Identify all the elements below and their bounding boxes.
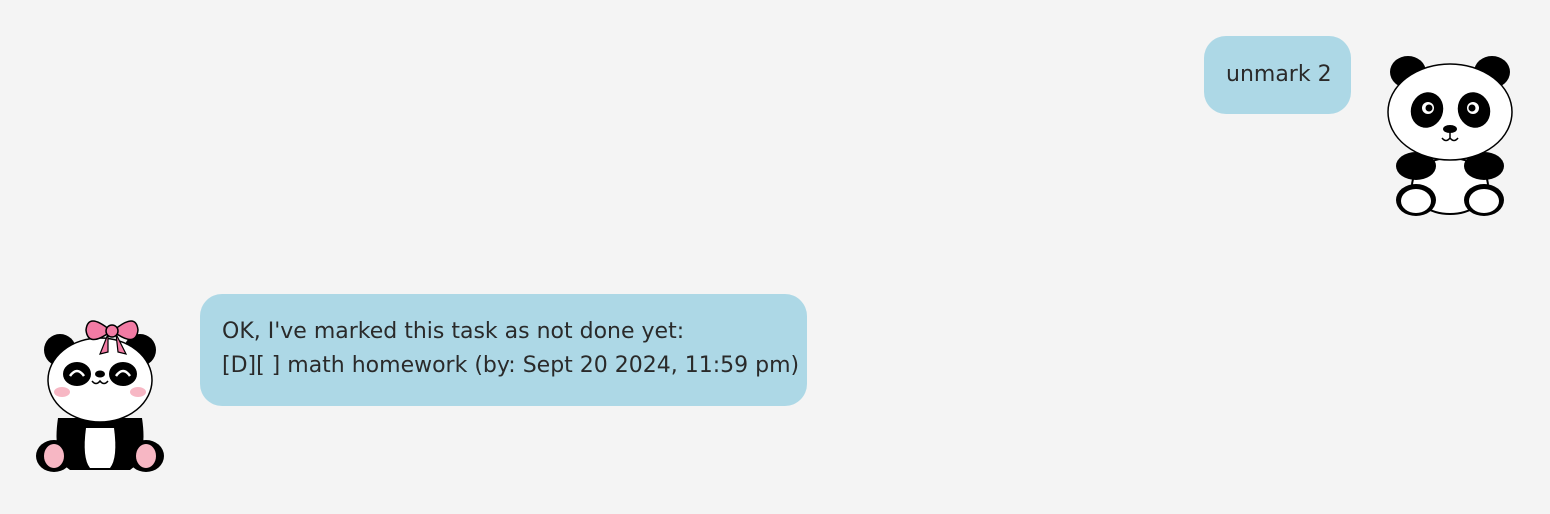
user-message-text: unmark 2 [1226,62,1332,87]
user-message-bubble: unmark 2 [1204,36,1351,114]
chat-dialog: unmark 2 OK, I've marked this task as no… [0,0,1550,514]
bot-message-bubble: OK, I've marked this task as not done ye… [200,294,807,406]
bot-message-line-2: [D][ ] math homework (by: Sept 20 2024, … [222,353,800,378]
bot-message-line-1: OK, I've marked this task as not done ye… [222,319,685,344]
panda-icon [1382,48,1518,220]
girl-panda-with-bow-icon [30,308,170,478]
